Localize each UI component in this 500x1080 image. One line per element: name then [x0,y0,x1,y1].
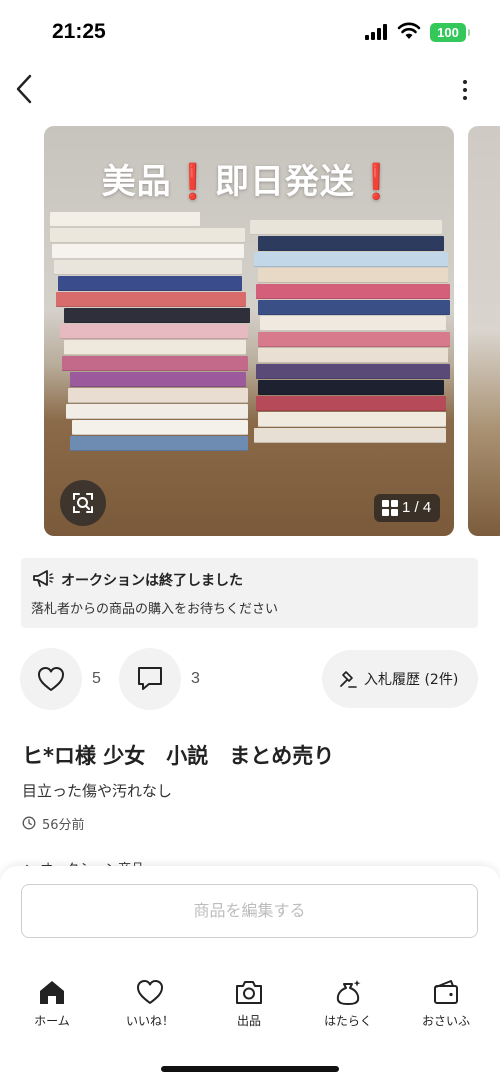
grid-icon [382,500,398,516]
lens-search-icon [73,493,93,513]
tab-work[interactable]: はたらく [308,978,388,1034]
tab-likes[interactable]: いいね！ [110,978,190,1034]
exclamation-mark-icon: ❗ [171,162,215,202]
notice-title: オークションは終了しました [61,573,243,589]
item-title: ヒ*ロ様 少女 小説 まとめ売り [22,744,335,768]
photo-caption: 美品❗即日発送❗ [101,162,399,202]
book-stack-right [250,220,450,460]
clock-icon [22,816,36,830]
signal-icon [365,24,389,40]
like-button[interactable] [20,648,82,710]
time-ago-text: 56分前 [42,818,85,833]
bottom-sheet: 商品を編集する ホーム いいね！ 出品 はたらく おさいふ [0,866,500,1080]
comment-icon [138,667,162,690]
home-icon [40,981,64,1004]
wallet-icon [434,980,458,1004]
bid-history-button[interactable]: 入札履歴 (2件) [322,650,478,708]
item-condition: 目立った傷や汚れなし [22,782,173,800]
status-bar: 21:25 100 [0,0,500,64]
tab-home[interactable]: ホーム [12,978,92,1034]
book-stack-left [50,212,250,462]
bid-history-label: 入札履歴 (2件) [364,672,459,688]
back-button[interactable] [12,72,40,106]
heart-icon [38,667,64,691]
comment-count: 3 [191,670,200,687]
like-count: 5 [92,670,101,687]
chevron-left-icon [16,74,32,104]
page-indicator-text: 1 / 4 [402,499,432,516]
megaphone-icon [33,570,54,587]
tab-sell[interactable]: 出品 [209,978,289,1034]
more-options-button[interactable] [454,78,476,102]
tab-wallet[interactable]: おさいふ [406,978,486,1034]
status-time: 21:25 [52,20,106,43]
auction-ended-notice: オークションは終了しました 落札者からの商品の購入をお待ちください [21,558,478,628]
comment-button[interactable] [119,648,181,710]
image-search-button[interactable] [60,480,106,526]
camera-icon [236,981,262,1004]
notice-body: 落札者からの商品の購入をお待ちください [31,602,279,617]
wifi-icon [397,22,421,39]
edit-item-button[interactable]: 商品を編集する [21,884,478,938]
exclamation-mark-icon: ❗ [355,162,399,202]
photo-page-indicator[interactable]: 1 / 4 [374,494,440,522]
battery-icon: 100 [430,23,470,42]
home-indicator [161,1066,339,1072]
gavel-icon [340,671,357,688]
heart-icon [137,980,163,1004]
money-bag-icon [336,980,361,1005]
